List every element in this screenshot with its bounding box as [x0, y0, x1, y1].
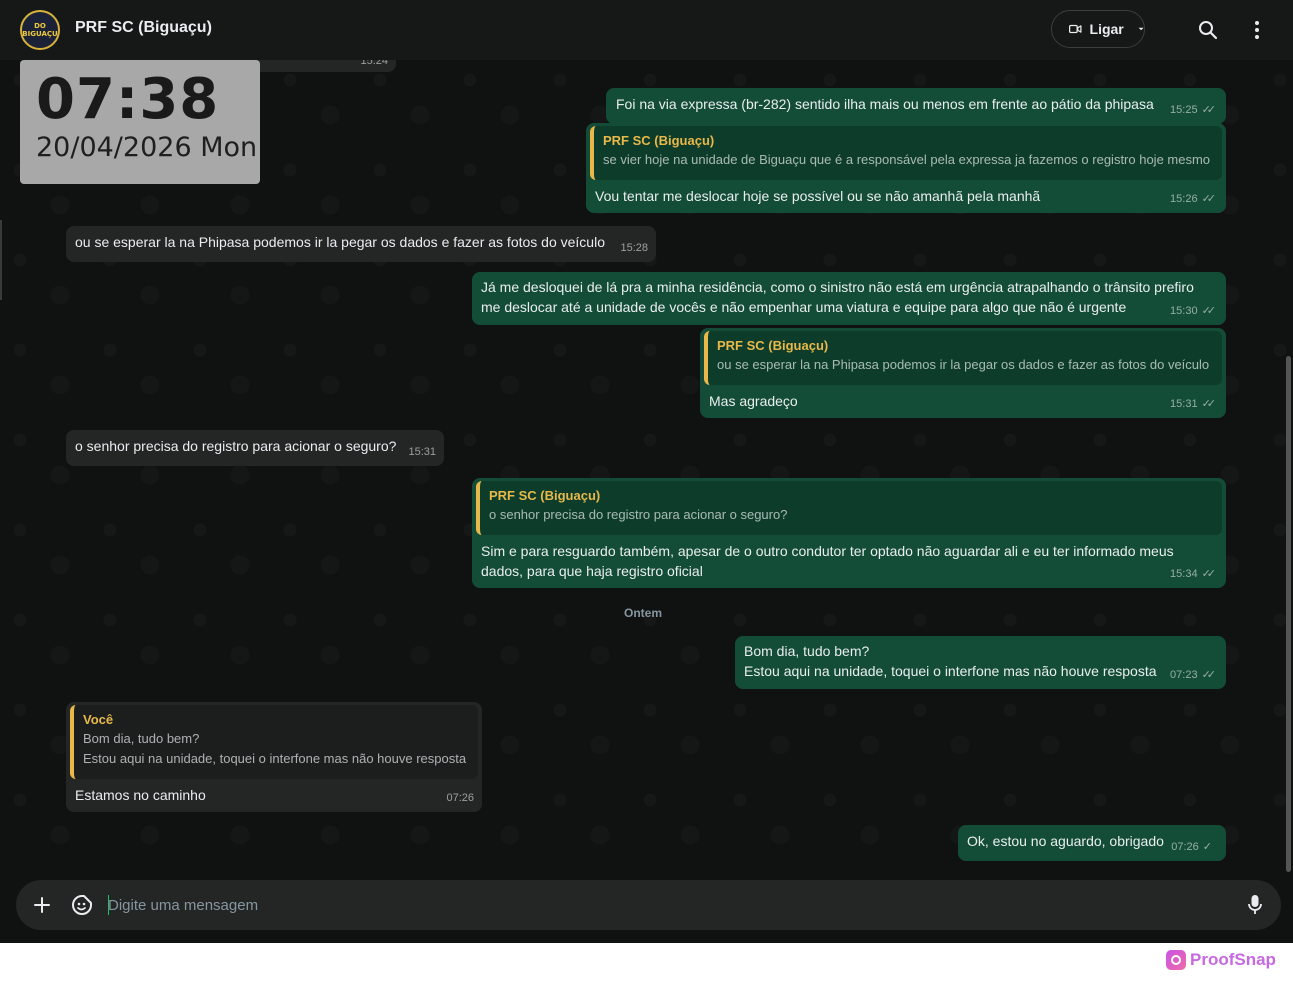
message-meta: 15:30 ✓✓: [1170, 301, 1216, 321]
chat-header: DO BIGUAÇU PRF SC (Biguaçu) Ligar: [0, 0, 1293, 60]
timestamp-overlay: 07:38 20/04/2026 Mon: [20, 60, 260, 184]
call-button[interactable]: Ligar: [1051, 10, 1145, 48]
avatar-text-top: DO: [34, 22, 46, 30]
quoted-author: PRF SC (Biguaçu): [717, 338, 829, 353]
watermark: ProofSnap: [1166, 950, 1276, 970]
sent-tick-icon: ✓: [1202, 841, 1212, 853]
message-meta: 15:31 ✓✓: [1170, 394, 1216, 414]
attach-button[interactable]: [30, 893, 54, 917]
avatar-text-main: BIGUAÇU: [22, 30, 58, 38]
message-text: Vou tentar me deslocar hoje se possível …: [595, 188, 1041, 204]
message-time: 15:28: [620, 242, 648, 254]
voice-message-button[interactable]: [1243, 893, 1267, 917]
message-outgoing[interactable]: Ok, estou no aguardo, obrigado 07:26 ✓: [958, 825, 1226, 861]
chat-scrollbar[interactable]: [1286, 66, 1291, 872]
message-text: Mas agradeço: [709, 393, 798, 409]
message-outgoing-reply[interactable]: PRF SC (Biguaçu) se vier hoje na unidade…: [586, 123, 1226, 213]
read-ticks-icon: ✓✓: [1201, 305, 1217, 317]
read-ticks-icon: ✓✓: [1201, 669, 1217, 681]
message-input[interactable]: [108, 892, 1208, 918]
message-time: 07:23: [1170, 669, 1198, 681]
message-text-line: Sim e para resguardo também, apesar de o…: [481, 543, 1174, 559]
watermark-text: ProofSnap: [1190, 950, 1276, 969]
contact-avatar[interactable]: DO BIGUAÇU: [20, 10, 60, 50]
message-meta: 15:25 ✓✓: [1170, 100, 1216, 120]
message-meta: 07:26 ✓: [1171, 837, 1216, 857]
message-outgoing-reply[interactable]: PRF SC (Biguaçu) ou se esperar la na Phi…: [700, 328, 1226, 418]
quoted-message[interactable]: PRF SC (Biguaçu) o senhor precisa do reg…: [476, 481, 1222, 535]
read-ticks-icon: ✓✓: [1201, 398, 1217, 410]
menu-button[interactable]: [1243, 16, 1271, 44]
read-ticks-icon: ✓✓: [1201, 104, 1217, 116]
quoted-text: se vier hoje na unidade de Biguaçu que é…: [603, 152, 1211, 167]
scrollbar-thumb[interactable]: [1286, 356, 1291, 872]
overlay-time: 07:38: [36, 67, 220, 132]
microphone-icon: [1248, 895, 1262, 914]
message-time: 15:30: [1170, 305, 1198, 317]
message-meta: 15:26 ✓✓: [1170, 189, 1216, 209]
overlay-date: 20/04/2026 Mon: [36, 132, 258, 163]
message-outgoing[interactable]: Foi na via expressa (br-282) sentido ilh…: [606, 88, 1226, 124]
quoted-author: Você: [83, 712, 114, 727]
message-text-line: Estou aqui na unidade, toquei o interfon…: [744, 663, 1157, 679]
message-text: Estamos no caminho: [75, 787, 206, 803]
read-ticks-icon: ✓✓: [1201, 568, 1217, 580]
message-incoming[interactable]: o senhor precisa do registro para aciona…: [66, 430, 444, 466]
more-vertical-icon: [1255, 21, 1259, 39]
quoted-message[interactable]: PRF SC (Biguaçu) se vier hoje na unidade…: [590, 126, 1222, 180]
message-time: 07:26: [446, 792, 474, 804]
quoted-author: PRF SC (Biguaçu): [489, 488, 601, 503]
message-time: 15:31: [1170, 398, 1198, 410]
plus-icon: [34, 897, 50, 913]
quoted-text-line: Estou aqui na unidade, toquei o interfon…: [83, 751, 467, 766]
message-incoming-reply[interactable]: Você Bom dia, tudo bem? Estou aqui na un…: [66, 702, 482, 812]
message-text: ou se esperar la na Phipasa podemos ir l…: [75, 234, 605, 250]
chevron-down-icon: [1138, 27, 1144, 31]
video-camera-icon: [1069, 24, 1082, 34]
message-text-line: Bom dia, tudo bem?: [744, 643, 870, 659]
message-time: 15:24: [360, 60, 388, 67]
date-separator: Ontem: [623, 606, 662, 620]
call-button-label: Ligar: [1089, 21, 1124, 37]
text-caret: [108, 895, 109, 915]
message-text-line: me deslocar até a unidade de vocês e não…: [481, 299, 1127, 315]
message-outgoing[interactable]: Bom dia, tudo bem? Estou aqui na unidade…: [735, 636, 1226, 689]
quoted-message[interactable]: PRF SC (Biguaçu) ou se esperar la na Phi…: [704, 331, 1222, 385]
message-outgoing[interactable]: Já me desloquei de lá pra a minha residê…: [472, 272, 1226, 325]
message-outgoing-reply[interactable]: PRF SC (Biguaçu) o senhor precisa do reg…: [472, 478, 1226, 588]
proofsnap-logo-icon: [1166, 950, 1186, 970]
message-incoming[interactable]: ou se esperar la na Phipasa podemos ir l…: [66, 226, 656, 262]
search-button[interactable]: [1194, 16, 1222, 44]
left-edge: [0, 220, 2, 300]
quoted-author: PRF SC (Biguaçu): [603, 133, 715, 148]
quoted-text: o senhor precisa do registro para aciona…: [489, 507, 788, 522]
message-text-line: dados, para que haja registro oficial: [481, 563, 703, 579]
message-text: Foi na via expressa (br-282) sentido ilh…: [616, 96, 1154, 112]
search-icon: [1199, 21, 1218, 40]
quoted-message[interactable]: Você Bom dia, tudo bem? Estou aqui na un…: [70, 705, 478, 779]
quoted-text-line: Bom dia, tudo bem?: [83, 731, 200, 746]
sticker-icon: [72, 895, 92, 915]
sticker-button[interactable]: [70, 893, 94, 917]
read-ticks-icon: ✓✓: [1201, 193, 1217, 205]
message-meta: 15:34 ✓✓: [1170, 564, 1216, 584]
message-text: o senhor precisa do registro para aciona…: [75, 438, 397, 454]
message-time: 15:26: [1170, 193, 1198, 205]
message-time: 15:34: [1170, 568, 1198, 580]
message-text-line: Já me desloquei de lá pra a minha residê…: [481, 279, 1194, 295]
message-time: 07:26: [1171, 841, 1199, 853]
quoted-text: ou se esperar la na Phipasa podemos ir l…: [717, 357, 1210, 372]
whatsapp-window: DO BIGUAÇU PRF SC (Biguaçu) Ligar 15:24 …: [0, 0, 1293, 943]
message-composer: [16, 880, 1281, 930]
message-time: 15:25: [1170, 104, 1198, 116]
message-meta: 07:23 ✓✓: [1170, 665, 1216, 685]
contact-name[interactable]: PRF SC (Biguaçu): [75, 19, 212, 37]
message-time: 15:31: [408, 446, 436, 458]
